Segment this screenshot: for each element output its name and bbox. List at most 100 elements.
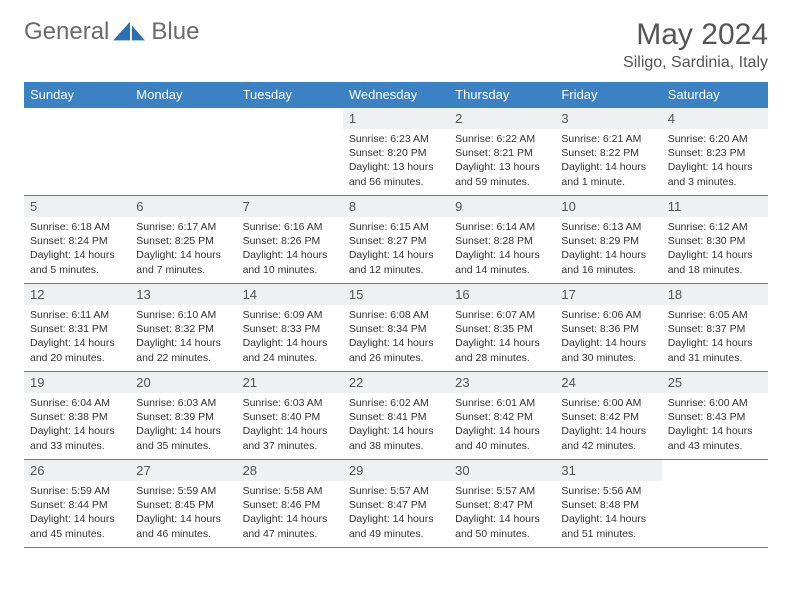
calendar-cell: 14Sunrise: 6:09 AMSunset: 8:33 PMDayligh… xyxy=(237,284,343,372)
day-number: 22 xyxy=(343,372,449,393)
day-number: 13 xyxy=(130,284,236,305)
calendar-cell xyxy=(662,460,768,548)
calendar-cell: 16Sunrise: 6:07 AMSunset: 8:35 PMDayligh… xyxy=(449,284,555,372)
day-details: Sunrise: 6:23 AMSunset: 8:20 PMDaylight:… xyxy=(343,129,449,193)
day-number: 3 xyxy=(555,108,661,129)
calendar-cell xyxy=(237,108,343,196)
logo-word-general: General xyxy=(24,18,109,46)
weekday-header: Tuesday xyxy=(237,82,343,108)
day-number: 21 xyxy=(237,372,343,393)
day-number: 19 xyxy=(24,372,130,393)
day-number: 5 xyxy=(24,196,130,217)
day-details: Sunrise: 6:07 AMSunset: 8:35 PMDaylight:… xyxy=(449,305,555,369)
calendar-cell: 5Sunrise: 6:18 AMSunset: 8:24 PMDaylight… xyxy=(24,196,130,284)
calendar-cell: 22Sunrise: 6:02 AMSunset: 8:41 PMDayligh… xyxy=(343,372,449,460)
day-details: Sunrise: 5:59 AMSunset: 8:45 PMDaylight:… xyxy=(130,481,236,545)
day-number: 1 xyxy=(343,108,449,129)
day-details: Sunrise: 6:09 AMSunset: 8:33 PMDaylight:… xyxy=(237,305,343,369)
calendar-cell: 21Sunrise: 6:03 AMSunset: 8:40 PMDayligh… xyxy=(237,372,343,460)
day-details: Sunrise: 6:21 AMSunset: 8:22 PMDaylight:… xyxy=(555,129,661,193)
day-details: Sunrise: 6:11 AMSunset: 8:31 PMDaylight:… xyxy=(24,305,130,369)
day-details: Sunrise: 6:14 AMSunset: 8:28 PMDaylight:… xyxy=(449,217,555,281)
logo-word-blue: Blue xyxy=(151,18,199,46)
calendar-cell: 9Sunrise: 6:14 AMSunset: 8:28 PMDaylight… xyxy=(449,196,555,284)
calendar-cell: 31Sunrise: 5:56 AMSunset: 8:48 PMDayligh… xyxy=(555,460,661,548)
calendar-cell: 24Sunrise: 6:00 AMSunset: 8:42 PMDayligh… xyxy=(555,372,661,460)
calendar-cell: 29Sunrise: 5:57 AMSunset: 8:47 PMDayligh… xyxy=(343,460,449,548)
weekday-header: Thursday xyxy=(449,82,555,108)
day-number: 6 xyxy=(130,196,236,217)
day-details: Sunrise: 6:12 AMSunset: 8:30 PMDaylight:… xyxy=(662,217,768,281)
day-details: Sunrise: 6:00 AMSunset: 8:43 PMDaylight:… xyxy=(662,393,768,457)
day-number: 9 xyxy=(449,196,555,217)
day-number: 18 xyxy=(662,284,768,305)
location-label: Siligo, Sardinia, Italy xyxy=(623,54,768,72)
calendar-cell: 20Sunrise: 6:03 AMSunset: 8:39 PMDayligh… xyxy=(130,372,236,460)
day-number: 12 xyxy=(24,284,130,305)
weekday-header: Sunday xyxy=(24,82,130,108)
day-details: Sunrise: 6:04 AMSunset: 8:38 PMDaylight:… xyxy=(24,393,130,457)
day-number: 4 xyxy=(662,108,768,129)
day-details: Sunrise: 6:13 AMSunset: 8:29 PMDaylight:… xyxy=(555,217,661,281)
day-number: 24 xyxy=(555,372,661,393)
calendar-cell: 4Sunrise: 6:20 AMSunset: 8:23 PMDaylight… xyxy=(662,108,768,196)
day-details: Sunrise: 6:17 AMSunset: 8:25 PMDaylight:… xyxy=(130,217,236,281)
day-number: 20 xyxy=(130,372,236,393)
calendar-cell: 30Sunrise: 5:57 AMSunset: 8:47 PMDayligh… xyxy=(449,460,555,548)
calendar-cell: 3Sunrise: 6:21 AMSunset: 8:22 PMDaylight… xyxy=(555,108,661,196)
day-number: 31 xyxy=(555,460,661,481)
calendar-cell: 12Sunrise: 6:11 AMSunset: 8:31 PMDayligh… xyxy=(24,284,130,372)
calendar-cell: 7Sunrise: 6:16 AMSunset: 8:26 PMDaylight… xyxy=(237,196,343,284)
calendar-cell: 17Sunrise: 6:06 AMSunset: 8:36 PMDayligh… xyxy=(555,284,661,372)
day-number: 8 xyxy=(343,196,449,217)
day-details: Sunrise: 6:10 AMSunset: 8:32 PMDaylight:… xyxy=(130,305,236,369)
day-details: Sunrise: 6:06 AMSunset: 8:36 PMDaylight:… xyxy=(555,305,661,369)
day-details: Sunrise: 6:22 AMSunset: 8:21 PMDaylight:… xyxy=(449,129,555,193)
calendar-cell: 2Sunrise: 6:22 AMSunset: 8:21 PMDaylight… xyxy=(449,108,555,196)
day-number: 28 xyxy=(237,460,343,481)
calendar-cell: 1Sunrise: 6:23 AMSunset: 8:20 PMDaylight… xyxy=(343,108,449,196)
day-details: Sunrise: 6:00 AMSunset: 8:42 PMDaylight:… xyxy=(555,393,661,457)
calendar-cell: 15Sunrise: 6:08 AMSunset: 8:34 PMDayligh… xyxy=(343,284,449,372)
calendar-cell: 27Sunrise: 5:59 AMSunset: 8:45 PMDayligh… xyxy=(130,460,236,548)
calendar-cell: 10Sunrise: 6:13 AMSunset: 8:29 PMDayligh… xyxy=(555,196,661,284)
day-number: 17 xyxy=(555,284,661,305)
page-title: May 2024 xyxy=(623,18,768,52)
day-details: Sunrise: 6:08 AMSunset: 8:34 PMDaylight:… xyxy=(343,305,449,369)
day-number: 29 xyxy=(343,460,449,481)
calendar-cell: 26Sunrise: 5:59 AMSunset: 8:44 PMDayligh… xyxy=(24,460,130,548)
day-number: 7 xyxy=(237,196,343,217)
calendar-cell: 25Sunrise: 6:00 AMSunset: 8:43 PMDayligh… xyxy=(662,372,768,460)
weekday-header: Monday xyxy=(130,82,236,108)
day-number: 25 xyxy=(662,372,768,393)
day-number: 30 xyxy=(449,460,555,481)
calendar-cell xyxy=(130,108,236,196)
day-number: 23 xyxy=(449,372,555,393)
day-details: Sunrise: 5:57 AMSunset: 8:47 PMDaylight:… xyxy=(343,481,449,545)
header: General Blue May 2024 Siligo, Sardinia, … xyxy=(24,18,768,72)
calendar-cell xyxy=(24,108,130,196)
day-number: 26 xyxy=(24,460,130,481)
day-details: Sunrise: 6:03 AMSunset: 8:39 PMDaylight:… xyxy=(130,393,236,457)
day-details: Sunrise: 5:58 AMSunset: 8:46 PMDaylight:… xyxy=(237,481,343,545)
logo-sail-icon xyxy=(111,18,149,46)
weekday-header: Friday xyxy=(555,82,661,108)
day-number: 2 xyxy=(449,108,555,129)
day-number: 27 xyxy=(130,460,236,481)
weekday-header: Wednesday xyxy=(343,82,449,108)
calendar-cell: 18Sunrise: 6:05 AMSunset: 8:37 PMDayligh… xyxy=(662,284,768,372)
day-details: Sunrise: 6:15 AMSunset: 8:27 PMDaylight:… xyxy=(343,217,449,281)
logo: General Blue xyxy=(24,18,199,46)
day-details: Sunrise: 6:02 AMSunset: 8:41 PMDaylight:… xyxy=(343,393,449,457)
calendar-cell: 19Sunrise: 6:04 AMSunset: 8:38 PMDayligh… xyxy=(24,372,130,460)
calendar-cell: 13Sunrise: 6:10 AMSunset: 8:32 PMDayligh… xyxy=(130,284,236,372)
day-details: Sunrise: 6:20 AMSunset: 8:23 PMDaylight:… xyxy=(662,129,768,193)
weekday-header: Saturday xyxy=(662,82,768,108)
day-number: 15 xyxy=(343,284,449,305)
day-number: 14 xyxy=(237,284,343,305)
day-details: Sunrise: 6:01 AMSunset: 8:42 PMDaylight:… xyxy=(449,393,555,457)
calendar-cell: 11Sunrise: 6:12 AMSunset: 8:30 PMDayligh… xyxy=(662,196,768,284)
day-details: Sunrise: 5:57 AMSunset: 8:47 PMDaylight:… xyxy=(449,481,555,545)
day-details: Sunrise: 5:59 AMSunset: 8:44 PMDaylight:… xyxy=(24,481,130,545)
calendar-cell: 28Sunrise: 5:58 AMSunset: 8:46 PMDayligh… xyxy=(237,460,343,548)
